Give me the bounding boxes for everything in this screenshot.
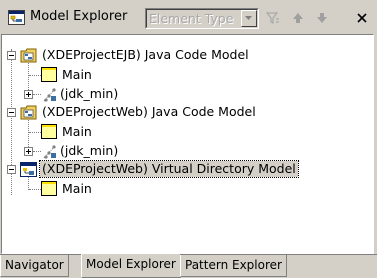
expand-toggle[interactable]	[7, 108, 16, 117]
tree-node-label-selected[interactable]: (XDEProjectWeb) Virtual Directory Model	[39, 160, 299, 178]
up-arrow-icon[interactable]	[291, 11, 305, 25]
model-explorer-icon	[8, 10, 25, 25]
expand-toggle[interactable]	[24, 147, 33, 156]
element-type-placeholder: Element Type	[149, 11, 234, 26]
tree-node-label[interactable]: (XDEProjectWeb) Java Code Model	[40, 104, 258, 120]
element-type-filter[interactable]: Element Type	[145, 8, 259, 29]
chevron-down-icon	[245, 16, 252, 20]
tree-line-h	[29, 132, 41, 133]
tree-line-h	[33, 151, 41, 152]
view-title-bar: Model Explorer Element Type	[0, 0, 377, 34]
model-tree: (XDEProjectEJB) Java Code Model Main (jd…	[1, 34, 374, 254]
diagram-icon	[41, 181, 57, 196]
tab-navigator[interactable]: Navigator	[0, 255, 69, 277]
tree-node-label[interactable]: Main	[60, 181, 94, 197]
expand-toggle[interactable]	[7, 51, 16, 60]
tree-node-label[interactable]: (jdk_min)	[58, 86, 120, 102]
java-model-icon	[20, 48, 37, 63]
filter-icon[interactable]	[266, 11, 280, 25]
expand-toggle[interactable]	[24, 90, 33, 99]
close-icon[interactable]	[355, 11, 369, 25]
view-tab-bar: Navigator Model Explorer Pattern Explore…	[0, 254, 377, 278]
tree-line-h	[29, 189, 41, 190]
tree-node-label[interactable]: (jdk_min)	[58, 143, 120, 159]
diagram-icon	[41, 67, 57, 82]
diagram-icon	[41, 124, 57, 139]
tree-node-label[interactable]: Main	[60, 67, 94, 83]
library-icon	[43, 88, 56, 102]
down-arrow-icon[interactable]	[315, 11, 329, 25]
combo-dropdown-button[interactable]	[241, 10, 257, 27]
tree-node-label[interactable]: (XDEProjectEJB) Java Code Model	[40, 47, 251, 63]
tab-pattern-explorer[interactable]: Pattern Explorer	[180, 255, 287, 277]
tree-node-label[interactable]: Main	[60, 124, 94, 140]
virtual-directory-icon	[20, 162, 37, 177]
java-model-icon	[20, 105, 37, 120]
tree-line-h	[33, 94, 41, 95]
view-title: Model Explorer	[30, 9, 128, 24]
tree-line-h	[29, 75, 41, 76]
library-icon	[43, 145, 56, 159]
tab-model-explorer[interactable]: Model Explorer	[81, 254, 181, 278]
expand-toggle[interactable]	[7, 165, 16, 174]
